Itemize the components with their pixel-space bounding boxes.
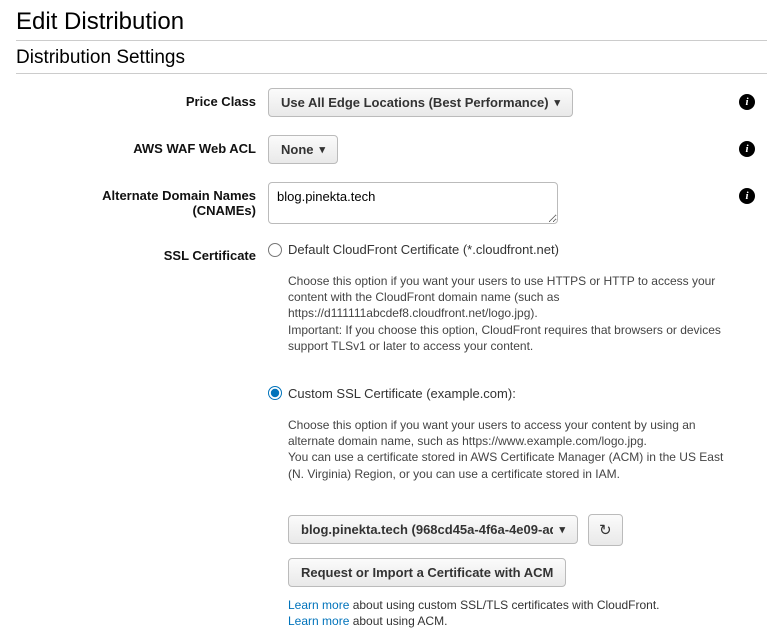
ssl-custom-radio[interactable] — [268, 386, 282, 400]
refresh-icon: ↻ — [599, 521, 612, 539]
learn-more-ssl-link[interactable]: Learn more — [288, 598, 349, 612]
ssl-default-radio[interactable] — [268, 243, 282, 257]
ssl-default-option: Default CloudFront Certificate (*.cloudf… — [268, 242, 727, 257]
label-cnames: Alternate Domain Names (CNAMEs) — [16, 182, 268, 218]
chevron-down-icon: ▾ — [555, 96, 561, 109]
ssl-custom-label[interactable]: Custom SSL Certificate (example.com): — [288, 386, 516, 401]
info-icon[interactable]: i — [739, 188, 755, 204]
refresh-certs-button[interactable]: ↻ — [588, 514, 623, 546]
info-icon[interactable]: i — [739, 141, 755, 157]
label-ssl: SSL Certificate — [16, 242, 268, 263]
ssl-custom-help: Choose this option if you want your user… — [288, 417, 727, 482]
request-import-acm-button[interactable]: Request or Import a Certificate with ACM — [288, 558, 566, 587]
learn-more-acm-link[interactable]: Learn more — [288, 614, 349, 628]
price-class-value: Use All Edge Locations (Best Performance… — [281, 95, 549, 110]
ssl-default-label[interactable]: Default CloudFront Certificate (*.cloudf… — [288, 242, 559, 257]
row-waf: AWS WAF Web ACL None ▾ i — [16, 135, 767, 164]
distribution-settings-form: Price Class Use All Edge Locations (Best… — [16, 88, 767, 630]
learn-more-block: Learn more about using custom SSL/TLS ce… — [288, 597, 727, 631]
waf-value: None — [281, 142, 314, 157]
chevron-down-icon: ▾ — [320, 143, 326, 156]
cnames-textarea[interactable]: blog.pinekta.tech — [268, 182, 558, 224]
row-cnames: Alternate Domain Names (CNAMEs) blog.pin… — [16, 182, 767, 224]
waf-select[interactable]: None ▾ — [268, 135, 338, 164]
custom-cert-select[interactable]: blog.pinekta.tech (968cd45a-4f6a-4e09-ad… — [288, 515, 578, 544]
label-waf: AWS WAF Web ACL — [16, 135, 268, 156]
row-price-class: Price Class Use All Edge Locations (Best… — [16, 88, 767, 117]
info-icon[interactable]: i — [739, 94, 755, 110]
ssl-custom-option: Custom SSL Certificate (example.com): — [268, 386, 727, 401]
ssl-default-help: Choose this option if you want your user… — [288, 273, 727, 354]
page-title: Edit Distribution — [16, 8, 767, 36]
label-price-class: Price Class — [16, 88, 268, 109]
custom-cert-value: blog.pinekta.tech (968cd45a-4f6a-4e09-ad… — [301, 522, 553, 537]
price-class-select[interactable]: Use All Edge Locations (Best Performance… — [268, 88, 573, 117]
row-ssl: SSL Certificate Default CloudFront Certi… — [16, 242, 767, 630]
chevron-down-icon: ▾ — [559, 523, 565, 536]
section-heading: Distribution Settings — [16, 40, 767, 74]
